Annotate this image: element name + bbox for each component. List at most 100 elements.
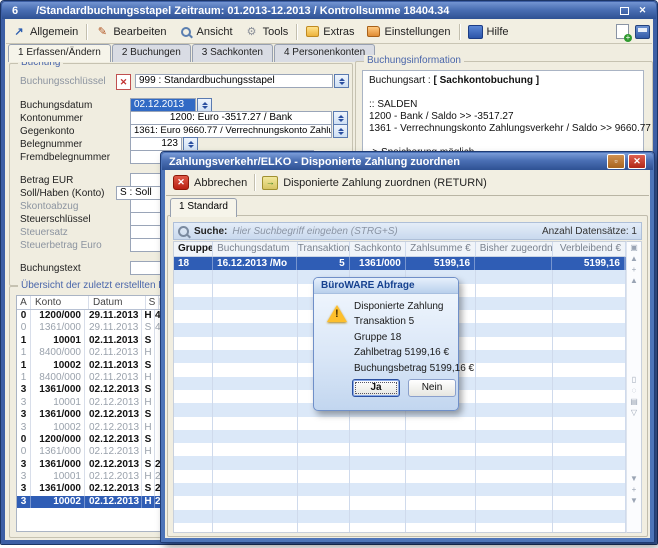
chart-icon[interactable]: ▤ bbox=[630, 396, 638, 407]
dropdown-spinner-icon[interactable] bbox=[333, 111, 348, 125]
cell-konto: 8400/000 bbox=[31, 372, 85, 384]
ja-button[interactable]: Ja bbox=[352, 379, 400, 397]
close-icon[interactable]: ✕ bbox=[635, 5, 650, 17]
menu-tools[interactable]: Tools bbox=[239, 23, 295, 40]
buchungsinformation-box: Buchungsart : [ Sachkontobuchung ] :: SA… bbox=[362, 70, 644, 152]
zuordnen-label: Disponierte Zahlung zuordnen (RETURN) bbox=[283, 177, 487, 189]
clear-icon[interactable]: ✕ bbox=[116, 74, 131, 90]
menubar: Allgemein BearbeitenAnsichtToolsExtrasEin… bbox=[6, 20, 652, 44]
kontonummer-combo: 1200: Euro -3517.27 / Bank bbox=[130, 111, 348, 125]
zuordnen-button[interactable]: → Disponierte Zahlung zuordnen (RETURN) bbox=[255, 176, 494, 190]
tab-buchungen[interactable]: 2 Buchungen bbox=[112, 44, 191, 62]
menu-hilfe[interactable]: Hilfe bbox=[462, 23, 515, 41]
empty-cell bbox=[406, 510, 475, 523]
column-header[interactable]: Konto bbox=[31, 296, 89, 309]
copy-view-icon[interactable]: ▣ bbox=[630, 242, 638, 253]
cell-konto: 1361/000 bbox=[31, 459, 85, 471]
menu-ansicht[interactable]: Ansicht bbox=[173, 23, 239, 40]
empty-cell bbox=[213, 297, 298, 310]
skontoabzug-label: Skontoabzug bbox=[20, 201, 78, 212]
restore-icon[interactable]: ▫ bbox=[607, 154, 625, 169]
tab-personenkonten[interactable]: 4 Personenkonten bbox=[274, 44, 375, 62]
number-spinner-icon[interactable] bbox=[183, 137, 198, 151]
abbrechen-button[interactable]: ✕ Abbrechen bbox=[166, 175, 254, 190]
menu-bearbeiten[interactable]: Bearbeiten bbox=[89, 23, 172, 40]
belegnummer-control: 123 bbox=[130, 137, 198, 151]
empty-cell bbox=[174, 270, 213, 283]
empty-cell bbox=[476, 337, 553, 350]
scroll-top-icon[interactable]: ▲ bbox=[630, 253, 638, 264]
empty-cell bbox=[174, 363, 213, 376]
close-icon[interactable]: ✕ bbox=[628, 154, 646, 169]
cell-s: S bbox=[142, 409, 155, 421]
belegnummer-field[interactable]: 123 bbox=[130, 137, 182, 151]
empty-cell bbox=[174, 417, 213, 430]
scroll-down-icon[interactable]: ▼ bbox=[630, 473, 638, 484]
tab-sachkonten[interactable]: 3 Sachkonten bbox=[192, 44, 273, 62]
empty-cell bbox=[476, 390, 553, 403]
column-header[interactable]: Gruppe bbox=[174, 242, 213, 256]
save-icon[interactable] bbox=[635, 25, 650, 39]
dropdown-spinner-icon[interactable] bbox=[333, 124, 348, 138]
search-small-icon[interactable]: ◌ bbox=[632, 385, 637, 396]
dropdown-spinner-icon[interactable] bbox=[334, 74, 349, 88]
empty-cell bbox=[406, 443, 475, 456]
column-header[interactable]: Buchungsdatum bbox=[213, 242, 298, 256]
window-number: 6 bbox=[12, 5, 18, 17]
search-input[interactable]: Hier Suchbegriff eingeben (STRG+S) bbox=[232, 226, 542, 237]
buchungsdatum-field[interactable]: 02.12.2013 bbox=[130, 98, 196, 112]
payment-row-selected[interactable]: 18 16.12.2013 /Mo 5 1361/000 5199,16 519… bbox=[174, 257, 626, 270]
menu-einstellungen[interactable]: Einstellungen bbox=[360, 23, 456, 40]
cell-s: S bbox=[142, 459, 155, 471]
empty-cell bbox=[476, 523, 553, 533]
empty-cell bbox=[213, 470, 298, 483]
tab-erfassen-aendern[interactable]: 1 Erfassen/Ändern bbox=[8, 44, 111, 62]
column-header[interactable]: Verbleibend € bbox=[553, 242, 626, 256]
column-header[interactable]: S bbox=[146, 296, 159, 309]
empty-row bbox=[174, 496, 626, 509]
scroll-up-icon[interactable]: ▲ bbox=[630, 275, 638, 286]
cell-s: H bbox=[142, 347, 155, 359]
cell-s: S bbox=[142, 434, 155, 446]
empty-cell bbox=[174, 284, 213, 297]
menu-allgemein[interactable]: Allgemein bbox=[6, 23, 84, 40]
restore-icon[interactable] bbox=[617, 5, 632, 17]
cell-datum: 02.12.2013 bbox=[85, 446, 142, 458]
tab-standard[interactable]: 1 Standard bbox=[170, 198, 237, 217]
pause-icon[interactable]: ▯ bbox=[632, 374, 636, 385]
info-line: 1361 - Verrechnungskonto Zahlungsverkehr… bbox=[369, 123, 637, 135]
column-header[interactable]: Transaktion bbox=[298, 242, 350, 256]
cell-zahlsumme: 5199,16 bbox=[406, 257, 475, 270]
search-bar[interactable]: Suche: Hier Suchbegriff eingeben (STRG+S… bbox=[173, 222, 642, 240]
cell-a: 0 bbox=[17, 310, 31, 322]
filter-icon[interactable]: ▽ bbox=[631, 407, 637, 418]
cell-buchungsdatum: 16.12.2013 /Mo bbox=[213, 257, 297, 270]
nein-button[interactable]: Nein bbox=[408, 379, 456, 397]
menu-extras[interactable]: Extras bbox=[299, 23, 360, 40]
column-header[interactable]: A bbox=[17, 296, 31, 309]
scroll-bottom-icon[interactable]: ▼ bbox=[630, 495, 638, 506]
buchungsschluessel-field[interactable]: 999 : Standardbuchungsstapel bbox=[135, 74, 333, 88]
screen: 6 /Standardbuchungsstapel Zeitraum: 01.2… bbox=[0, 0, 658, 548]
date-spinner-icon[interactable] bbox=[197, 98, 212, 112]
add-icon[interactable]: + bbox=[632, 484, 637, 495]
main-tabstrip: 1 Erfassen/Ändern 2 Buchungen 3 Sachkont… bbox=[8, 44, 376, 61]
column-header[interactable]: Sachkonto bbox=[350, 242, 406, 256]
add-icon[interactable]: + bbox=[632, 264, 637, 275]
column-header[interactable]: Datum bbox=[89, 296, 146, 309]
menu-separator bbox=[86, 24, 87, 40]
empty-cell bbox=[553, 337, 626, 350]
popup-line: Transaktion 5 bbox=[354, 314, 474, 329]
empty-cell bbox=[298, 523, 350, 533]
empty-cell bbox=[553, 363, 626, 376]
dialog-titlebar[interactable]: Zahlungsverkehr/ELKO - Disponierte Zahlu… bbox=[162, 153, 653, 170]
column-header[interactable]: Zahlsumme € bbox=[406, 242, 475, 256]
column-header[interactable]: Bisher zugeordnet bbox=[476, 242, 553, 256]
popup-titlebar[interactable]: BüroWARE Abfrage bbox=[314, 278, 458, 294]
main-titlebar[interactable]: 6 /Standardbuchungsstapel Zeitraum: 01.2… bbox=[2, 2, 656, 19]
gegenkonto-field[interactable]: 1361: Euro 9660.77 / Verrechnungskonto Z… bbox=[130, 124, 332, 138]
kontonummer-field[interactable]: 1200: Euro -3517.27 / Bank bbox=[130, 111, 332, 125]
cell-s: S bbox=[142, 384, 155, 396]
empty-cell bbox=[213, 377, 298, 390]
new-document-icon[interactable] bbox=[616, 24, 629, 39]
